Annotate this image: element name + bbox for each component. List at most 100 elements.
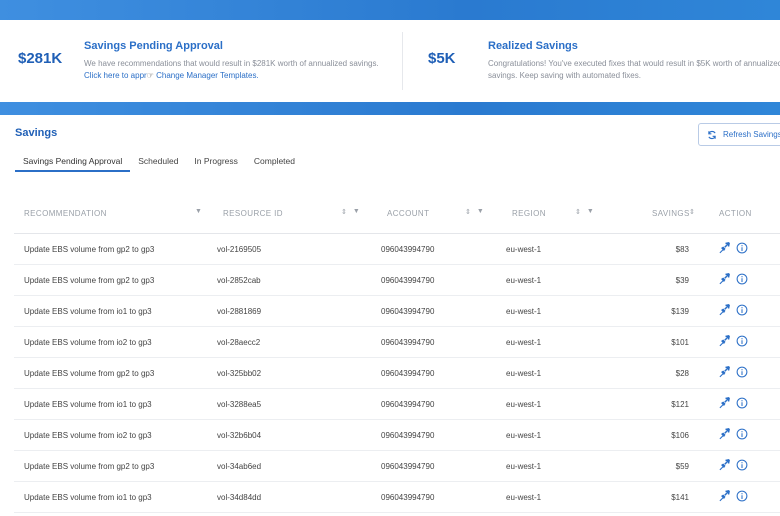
- tab-scheduled[interactable]: Scheduled: [130, 150, 186, 172]
- savings-cell: $141: [671, 493, 689, 502]
- recommendation-cell: Update EBS volume from io1 to gp3: [24, 400, 152, 409]
- account-cell: 096043994790: [381, 400, 435, 409]
- recommendation-cell: Update EBS volume from io1 to gp3: [24, 307, 152, 316]
- account-cell: 096043994790: [381, 276, 435, 285]
- savings-cell: $28: [675, 369, 689, 378]
- savings-table: RECOMMENDATION ▼ RESOURCE ID ⇕ ▼ ACCOUNT…: [14, 192, 780, 513]
- region-cell: eu-west-1: [506, 400, 542, 409]
- rocket-icon[interactable]: [718, 397, 730, 409]
- rocket-icon[interactable]: [718, 304, 730, 316]
- sort-icon[interactable]: ⇕: [575, 208, 581, 216]
- table-row: Update EBS volume from io1 to gp3 vol-32…: [14, 389, 780, 420]
- header-recommendation[interactable]: RECOMMENDATION: [24, 209, 107, 218]
- table-row: Update EBS volume from io1 to gp3 vol-28…: [14, 296, 780, 327]
- info-icon[interactable]: [736, 428, 748, 440]
- info-icon[interactable]: [736, 366, 748, 378]
- realized-savings-description: Congratulations! You've executed fixes t…: [488, 59, 780, 80]
- rocket-icon[interactable]: [718, 459, 730, 471]
- tab-in-progress[interactable]: In Progress: [186, 150, 245, 172]
- top-banner-band: [0, 0, 780, 20]
- rocket-icon[interactable]: [718, 242, 730, 254]
- info-icon[interactable]: [736, 459, 748, 471]
- region-cell: eu-west-1: [506, 245, 542, 254]
- sort-icon[interactable]: ⇕: [341, 208, 347, 216]
- info-icon[interactable]: [736, 397, 748, 409]
- table-body: Update EBS volume from gp2 to gp3 vol-21…: [14, 234, 780, 513]
- savings-cell: $59: [675, 462, 689, 471]
- sort-icon[interactable]: ⇕: [465, 208, 471, 216]
- info-icon[interactable]: [736, 335, 748, 347]
- header-resource-id[interactable]: RESOURCE ID: [223, 209, 283, 218]
- realized-savings-title: Realized Savings: [488, 40, 578, 52]
- rocket-icon[interactable]: [718, 335, 730, 347]
- recommendation-cell: Update EBS volume from gp2 to gp3: [24, 369, 155, 378]
- action-cell: [718, 366, 748, 378]
- filter-icon[interactable]: ▼: [477, 208, 484, 216]
- recommendation-cell: Update EBS volume from gp2 to gp3: [24, 245, 155, 254]
- header-account[interactable]: ACCOUNT: [387, 209, 429, 218]
- action-cell: [718, 242, 748, 254]
- approve-link[interactable]: Click here to appr: [84, 71, 147, 80]
- rocket-icon[interactable]: [718, 428, 730, 440]
- table-row: Update EBS volume from io1 to gp3 vol-34…: [14, 482, 780, 513]
- recommendation-cell: Update EBS volume from io1 to gp3: [24, 493, 152, 502]
- action-cell: [718, 304, 748, 316]
- region-cell: eu-west-1: [506, 338, 542, 347]
- section-title: Savings: [15, 127, 58, 139]
- action-cell: [718, 335, 748, 347]
- header-region[interactable]: REGION: [512, 209, 546, 218]
- pending-savings-amount: $281K: [18, 50, 63, 67]
- region-cell: eu-west-1: [506, 493, 542, 502]
- table-header: RECOMMENDATION ▼ RESOURCE ID ⇕ ▼ ACCOUNT…: [14, 192, 780, 234]
- info-icon[interactable]: [736, 304, 748, 316]
- table-row: Update EBS volume from gp2 to gp3 vol-34…: [14, 451, 780, 482]
- header-savings[interactable]: SAVINGS: [652, 209, 690, 218]
- recommendation-cell: Update EBS volume from gp2 to gp3: [24, 462, 155, 471]
- tab-completed[interactable]: Completed: [246, 150, 303, 172]
- savings-cell: $121: [671, 400, 689, 409]
- resource-id-cell: vol-2881869: [217, 307, 262, 316]
- change-manager-templates-link[interactable]: Change Manager Templates.: [156, 71, 259, 80]
- info-icon[interactable]: [736, 273, 748, 285]
- account-cell: 096043994790: [381, 245, 435, 254]
- resource-id-cell: vol-2852cab: [217, 276, 261, 285]
- section-banner-band: [0, 102, 780, 115]
- rocket-icon[interactable]: [718, 490, 730, 502]
- pending-savings-title: Savings Pending Approval: [84, 40, 223, 52]
- sort-icon[interactable]: ⇕: [689, 208, 695, 216]
- savings-cell: $39: [675, 276, 689, 285]
- tab-savings-pending-approval[interactable]: Savings Pending Approval: [15, 150, 131, 172]
- action-cell: [718, 273, 748, 285]
- filter-icon[interactable]: ▼: [587, 208, 594, 216]
- pending-savings-description: We have recommendations that would resul…: [84, 58, 384, 82]
- region-cell: eu-west-1: [506, 462, 542, 471]
- refresh-savings-label: Refresh Savings: [723, 130, 780, 139]
- filter-icon[interactable]: ▼: [353, 208, 360, 216]
- filter-icon[interactable]: ▼: [195, 208, 202, 215]
- info-icon[interactable]: [736, 490, 748, 502]
- account-cell: 096043994790: [381, 462, 435, 471]
- account-cell: 096043994790: [381, 493, 435, 502]
- action-cell: [718, 490, 748, 502]
- savings-cell: $106: [671, 431, 689, 440]
- summary-divider: [402, 32, 403, 90]
- resource-id-cell: vol-34ab6ed: [217, 462, 262, 471]
- table-row: Update EBS volume from io2 to gp3 vol-28…: [14, 327, 780, 358]
- savings-cell: $139: [671, 307, 689, 316]
- resource-id-cell: vol-34d84dd: [217, 493, 262, 502]
- recommendation-cell: Update EBS volume from gp2 to gp3: [24, 276, 155, 285]
- action-cell: [718, 428, 748, 440]
- recommendation-cell: Update EBS volume from io2 to gp3: [24, 338, 152, 347]
- table-row: Update EBS volume from gp2 to gp3 vol-32…: [14, 358, 780, 389]
- region-cell: eu-west-1: [506, 431, 542, 440]
- refresh-savings-button[interactable]: Refresh Savings: [698, 123, 780, 146]
- region-cell: eu-west-1: [506, 276, 542, 285]
- recommendation-cell: Update EBS volume from io2 to gp3: [24, 431, 152, 440]
- rocket-icon[interactable]: [718, 273, 730, 285]
- region-cell: eu-west-1: [506, 307, 542, 316]
- savings-cell: $83: [675, 245, 689, 254]
- account-cell: 096043994790: [381, 431, 435, 440]
- rocket-icon[interactable]: [718, 366, 730, 378]
- info-icon[interactable]: [736, 242, 748, 254]
- pending-savings-text: We have recommendations that would resul…: [84, 59, 379, 68]
